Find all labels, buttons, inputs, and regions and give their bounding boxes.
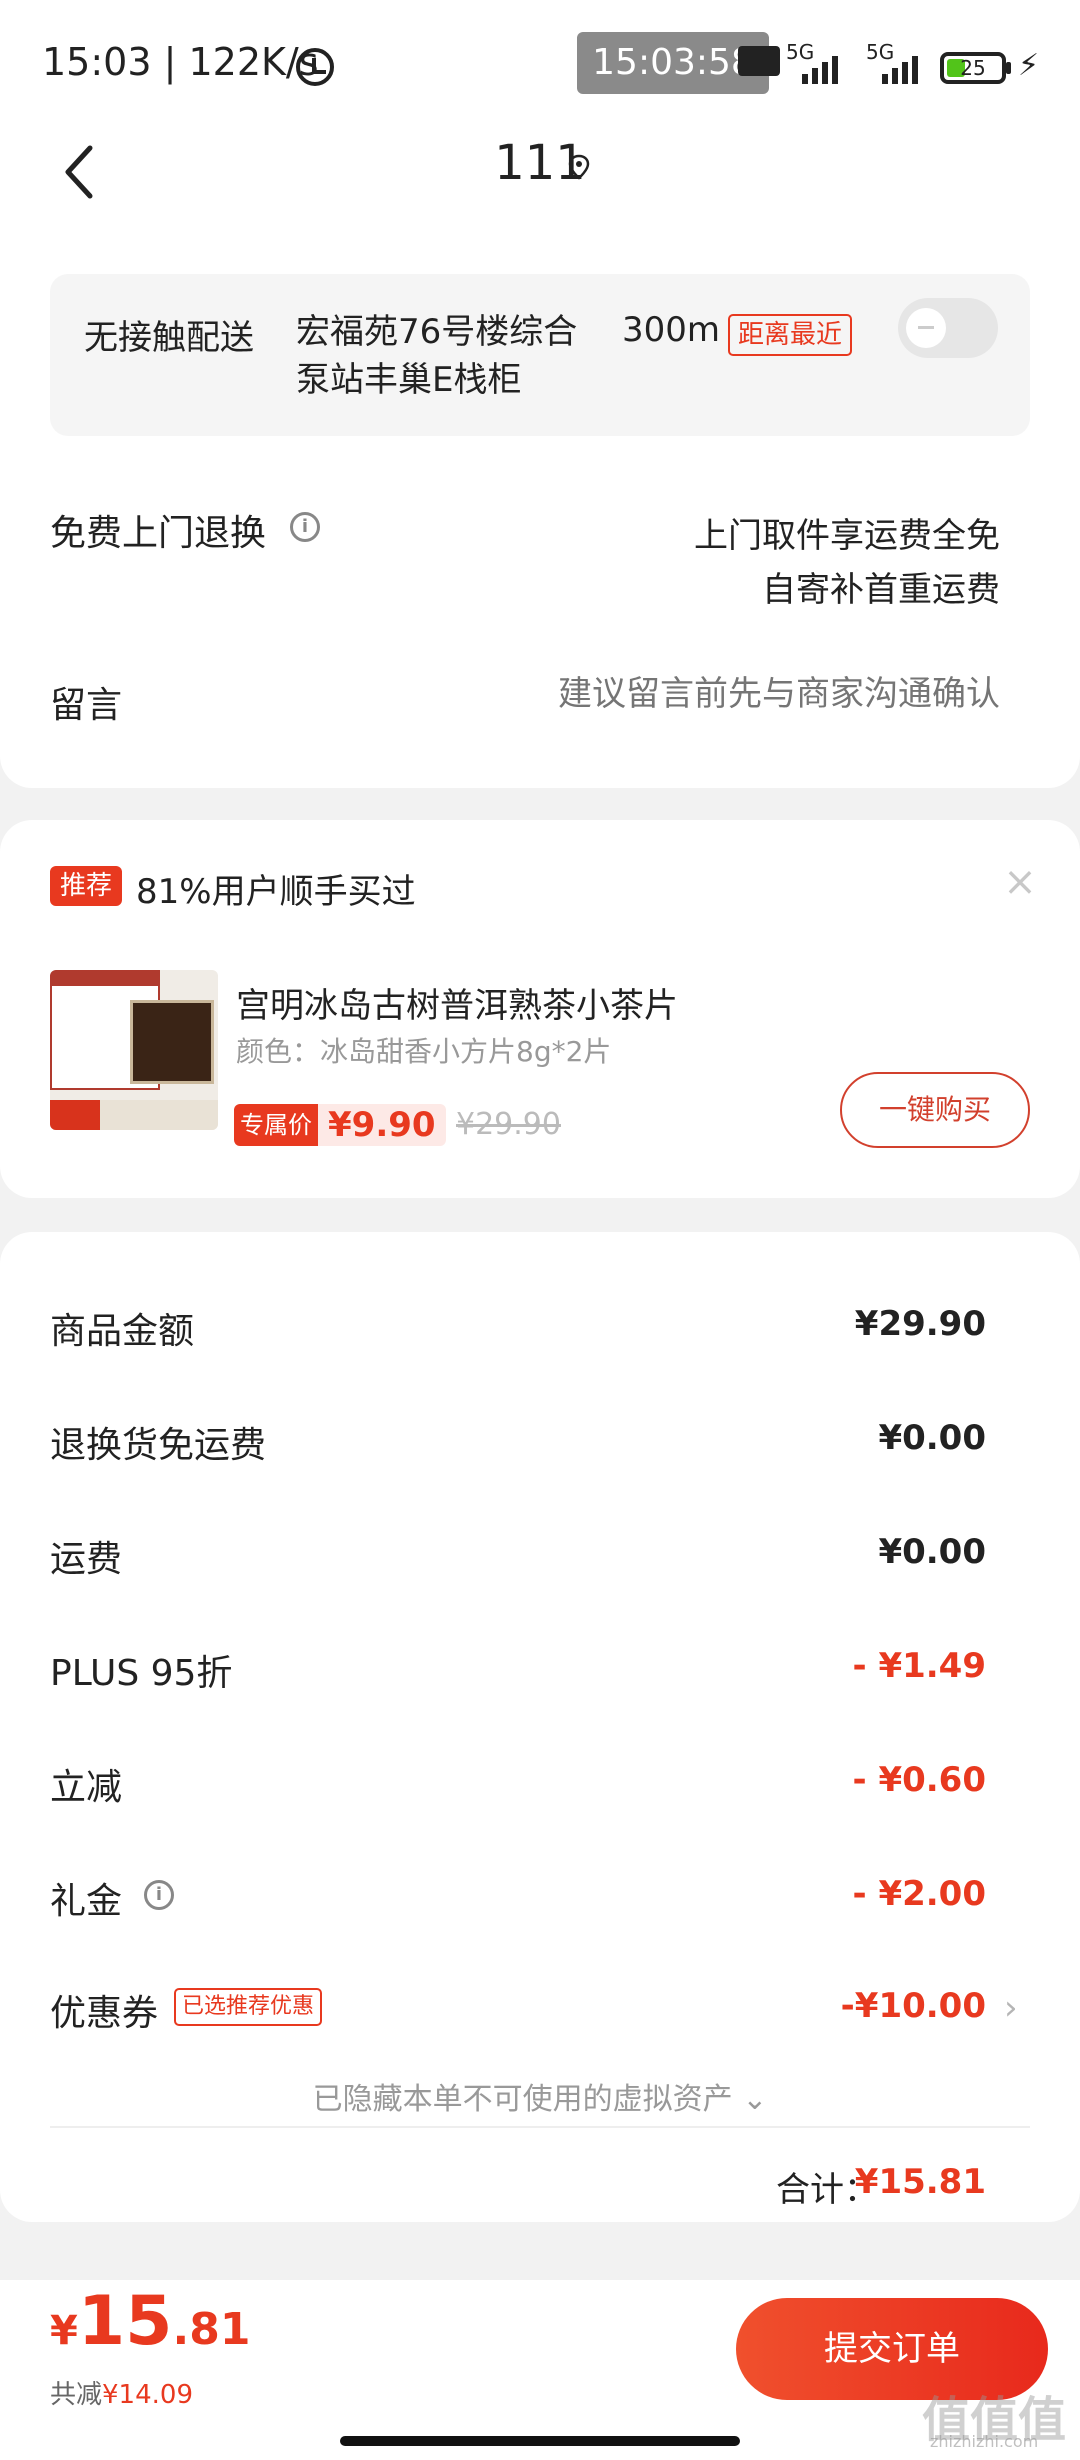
recommend-badge: 推荐	[50, 866, 122, 906]
exclusive-price-badge: 专属价	[234, 1104, 318, 1146]
info-icon[interactable]: i	[144, 1880, 174, 1910]
alarm-icon	[296, 48, 334, 86]
summary-row-label: 立减	[50, 1767, 123, 1808]
original-price: ¥29.90	[456, 1107, 561, 1142]
total-value: ¥15.81	[854, 2162, 986, 2202]
locker-address: 宏福苑76号楼综合泵站丰巢E栈柜	[296, 312, 578, 400]
status-time: 15:03 | 122K/s	[42, 40, 319, 84]
free-return-label: 免费上门退换	[50, 513, 267, 554]
coupon-label[interactable]: 优惠券	[50, 1984, 158, 2036]
price-integer: 15	[77, 2282, 173, 2361]
one-click-buy-button[interactable]: 一键购买	[840, 1072, 1030, 1148]
pay-price: ¥15.81	[50, 2282, 250, 2361]
hd-icon	[738, 46, 780, 76]
summary-row-label: 商品金额	[50, 1311, 195, 1352]
delivery-method-label: 无接触配送	[84, 318, 254, 358]
discount-label: 共减	[50, 2380, 103, 2410]
close-icon[interactable]: ×	[1000, 862, 1040, 902]
product-variant: 颜色：冰岛甜香小方片8g*2片	[236, 1035, 612, 1068]
discount-value: ¥14.09	[102, 2380, 193, 2410]
back-icon[interactable]	[60, 142, 100, 202]
summary-row-value: - ¥1.49	[852, 1646, 987, 1686]
summary-row-label: 运费	[50, 1539, 123, 1580]
coupon-badge: 已选推荐优惠	[174, 1988, 323, 2026]
charging-icon: ⚡	[1018, 48, 1040, 83]
summary-row-value: ¥0.00	[878, 1418, 986, 1458]
home-indicator[interactable]	[340, 2436, 740, 2446]
watermark-url: zhizhizhi.com	[930, 2432, 1039, 2451]
hidden-assets-toggle[interactable]: 已隐藏本单不可使用的虚拟资产 ⌄	[0, 2074, 1080, 2118]
summary-row-label: PLUS 95折	[50, 1653, 233, 1694]
nearest-badge: 距离最近	[728, 314, 853, 356]
toggle-knob	[906, 308, 946, 348]
page-title: 111	[494, 135, 586, 191]
location-icon[interactable]	[566, 154, 592, 180]
total-discount: 共减¥14.09	[50, 2374, 193, 2411]
distance: 300m	[622, 310, 721, 350]
summary-row-value: - ¥2.00	[852, 1874, 987, 1914]
summary-row-value: - ¥0.60	[852, 1760, 987, 1800]
currency-symbol: ¥	[50, 2308, 78, 2354]
product-image[interactable]	[50, 970, 218, 1130]
battery-tip	[1006, 62, 1011, 74]
battery-icon: 25	[940, 52, 1006, 84]
signal-icon-2	[882, 56, 918, 84]
contactless-toggle[interactable]	[898, 298, 998, 358]
signal-icon	[802, 56, 838, 84]
summary-row-label: 礼金	[50, 1881, 123, 1922]
battery-level: 25	[960, 56, 986, 80]
summary-row-label: 退换货免运费	[50, 1425, 267, 1466]
return-info-line1: 上门取件享运费全免	[694, 516, 1000, 556]
summary-row-value: ¥0.00	[878, 1532, 986, 1572]
recommend-text: 81%用户顺手买过	[136, 872, 416, 912]
note-label: 留言	[50, 685, 123, 726]
price-decimal: .81	[172, 2304, 251, 2355]
coupon-value[interactable]: -¥10.00	[841, 1986, 986, 2026]
summary-row-value: ¥29.90	[854, 1304, 986, 1344]
exclusive-price: ¥9.90	[318, 1104, 446, 1146]
info-icon[interactable]: i	[290, 512, 320, 542]
product-title[interactable]: 宫明冰岛古树普洱熟茶小茶片	[236, 978, 678, 1027]
return-info-line2: 自寄补首重运费	[762, 570, 1000, 610]
divider	[50, 2126, 1030, 2128]
chevron-right-icon[interactable]: ›	[1004, 1988, 1018, 2028]
note-input[interactable]	[480, 674, 1000, 714]
